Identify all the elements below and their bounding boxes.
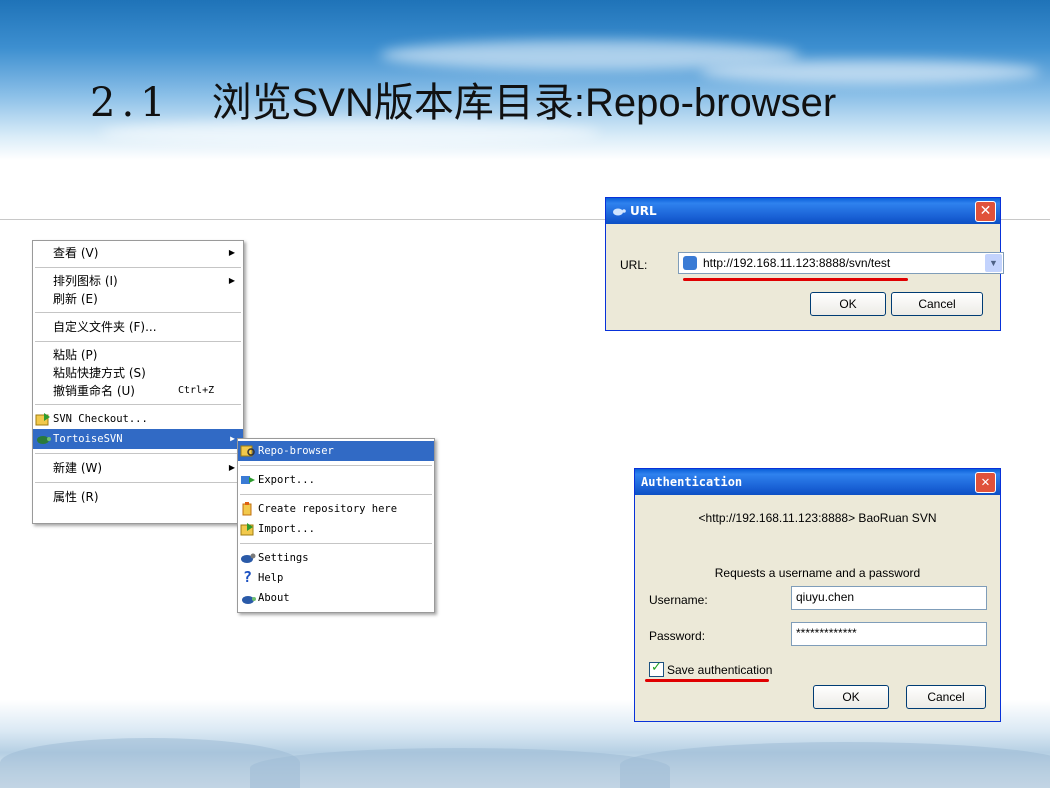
menu-item-refresh-label: 刷新 (E) (53, 292, 98, 306)
username-field[interactable]: qiuyu.chen (791, 586, 987, 610)
menu-separator (240, 543, 432, 544)
menu-item-about-label: About (258, 592, 290, 604)
submenu-arrow-icon: ▶ (228, 276, 235, 285)
menu-item-arrange-icons[interactable]: 排列图标 (I) ▶ (33, 272, 243, 290)
close-icon[interactable]: ✕ (975, 201, 996, 222)
url-dialog: URL ✕ URL: http://192.168.11.123:8888/sv… (605, 197, 1004, 331)
authentication-dialog-title: Authentication (641, 475, 743, 489)
close-icon[interactable]: ✕ (975, 472, 996, 493)
slide-title-number: 2.1 (90, 80, 172, 126)
menu-item-paste-label: 粘贴 (P) (53, 348, 98, 362)
menu-item-import-label: Import... (258, 523, 315, 535)
explorer-context-menu: 查看 (V) ▶ 排列图标 (I) ▶ 刷新 (E) 自定义文件夹 (F)...… (32, 240, 244, 524)
chevron-down-icon[interactable]: ▼ (985, 254, 1002, 272)
menu-item-help[interactable]: ? Help (238, 568, 434, 588)
menu-item-paste-shortcut[interactable]: 粘贴快捷方式 (S) (33, 364, 243, 382)
menu-item-help-label: Help (258, 572, 284, 584)
menu-item-create-repository-label: Create repository here (258, 503, 398, 515)
create-repository-icon (242, 502, 252, 516)
menu-item-repo-browser[interactable]: Repo-browser (238, 441, 434, 461)
menu-item-import[interactable]: Import... (238, 519, 434, 539)
menu-item-view-label: 查看 (V) (53, 246, 99, 260)
menu-separator (35, 404, 241, 405)
menu-item-repo-browser-label: Repo-browser (258, 445, 334, 457)
menu-item-arrange-icons-label: 排列图标 (I) (53, 274, 118, 288)
cancel-button[interactable]: Cancel (891, 292, 983, 316)
url-dialog-title: URL (630, 204, 657, 218)
menu-item-create-repository[interactable]: Create repository here (238, 499, 434, 519)
url-underline-mark (683, 278, 908, 281)
auth-prompt-text: Requests a username and a password (714, 566, 921, 580)
url-dialog-titlebar[interactable]: URL ✕ (606, 198, 1000, 224)
menu-separator (240, 465, 432, 466)
menu-item-svn-checkout-label: SVN Checkout... (53, 413, 148, 425)
save-authentication-underline-mark (645, 679, 769, 682)
shortcut-label: Ctrl+Z (178, 385, 215, 396)
username-label: Username: (649, 593, 708, 607)
web-page-icon (683, 256, 697, 270)
import-icon (240, 523, 254, 536)
authentication-dialog-titlebar[interactable]: Authentication ✕ (635, 469, 1000, 495)
tortoise-icon (242, 596, 256, 604)
realm-text: <http://192.168.11.123:8888> BaoRuan SVN (698, 511, 937, 525)
menu-item-refresh[interactable]: 刷新 (E) (33, 290, 243, 308)
tortoise-icon (37, 436, 51, 444)
checkmark-icon: ✓ (651, 660, 662, 675)
submenu-arrow-icon: ▶ (230, 434, 235, 443)
repo-browser-icon (240, 445, 255, 457)
menu-item-svn-checkout[interactable]: SVN Checkout... (33, 409, 243, 429)
help-icon: ? (243, 568, 253, 586)
submenu-arrow-icon: ▶ (228, 463, 235, 472)
menu-item-settings[interactable]: Settings (238, 548, 434, 568)
menu-item-paste-shortcut-label: 粘贴快捷方式 (S) (53, 366, 146, 380)
menu-separator (35, 267, 241, 268)
menu-separator (35, 312, 241, 313)
url-value: http://192.168.11.123:8888/svn/test (703, 256, 891, 270)
menu-separator (35, 453, 241, 454)
menu-item-view[interactable]: 查看 (V) ▶ (33, 243, 243, 263)
menu-item-export[interactable]: Export... (238, 470, 434, 490)
cancel-button[interactable]: Cancel (906, 685, 986, 709)
password-field[interactable]: ************* (791, 622, 987, 646)
slide-title: 2.1 浏览SVN版本库目录:Repo-browser (90, 70, 836, 128)
menu-item-export-label: Export... (258, 474, 315, 486)
url-combobox[interactable]: http://192.168.11.123:8888/svn/test ▼ (678, 252, 1004, 274)
menu-item-paste[interactable]: 粘贴 (P) (33, 346, 243, 364)
ok-button[interactable]: OK (813, 685, 889, 709)
menu-separator (35, 482, 241, 483)
menu-separator (35, 341, 241, 342)
menu-item-customize-folder-label: 自定义文件夹 (F)... (53, 320, 157, 334)
authentication-dialog: Authentication ✕ <http://192.168.11.123:… (634, 468, 1001, 722)
svn-checkout-icon (35, 413, 50, 426)
menu-item-properties[interactable]: 属性 (R) (33, 487, 243, 507)
menu-item-settings-label: Settings (258, 552, 309, 564)
url-label: URL: (620, 258, 648, 272)
menu-item-customize-folder[interactable]: 自定义文件夹 (F)... (33, 317, 243, 337)
menu-item-new[interactable]: 新建 (W) ▶ (33, 458, 243, 478)
settings-icon (241, 553, 256, 563)
save-authentication-checkbox[interactable]: ✓ (649, 660, 664, 677)
save-authentication-label[interactable]: Save authentication (667, 663, 772, 677)
menu-item-properties-label: 属性 (R) (53, 490, 99, 504)
menu-item-undo-rename[interactable]: 撤销重命名 (U) Ctrl+Z (33, 382, 243, 400)
tortoise-icon (613, 208, 626, 216)
ok-button[interactable]: OK (810, 292, 886, 316)
submenu-arrow-icon: ▶ (228, 248, 235, 257)
tortoisesvn-submenu: Repo-browser Export... Create repository… (237, 438, 435, 613)
menu-item-tortoisesvn[interactable]: TortoiseSVN ▶ (33, 429, 243, 449)
menu-item-tortoisesvn-label: TortoiseSVN (53, 433, 123, 445)
menu-item-about[interactable]: About (238, 588, 434, 608)
slide-title-text: 浏览SVN版本库目录:Repo-browser (211, 81, 837, 125)
menu-item-undo-rename-label: 撤销重命名 (U) (53, 384, 135, 398)
menu-item-new-label: 新建 (W) (53, 461, 103, 475)
menu-separator (240, 494, 432, 495)
password-label: Password: (649, 629, 706, 643)
export-icon (241, 476, 255, 484)
